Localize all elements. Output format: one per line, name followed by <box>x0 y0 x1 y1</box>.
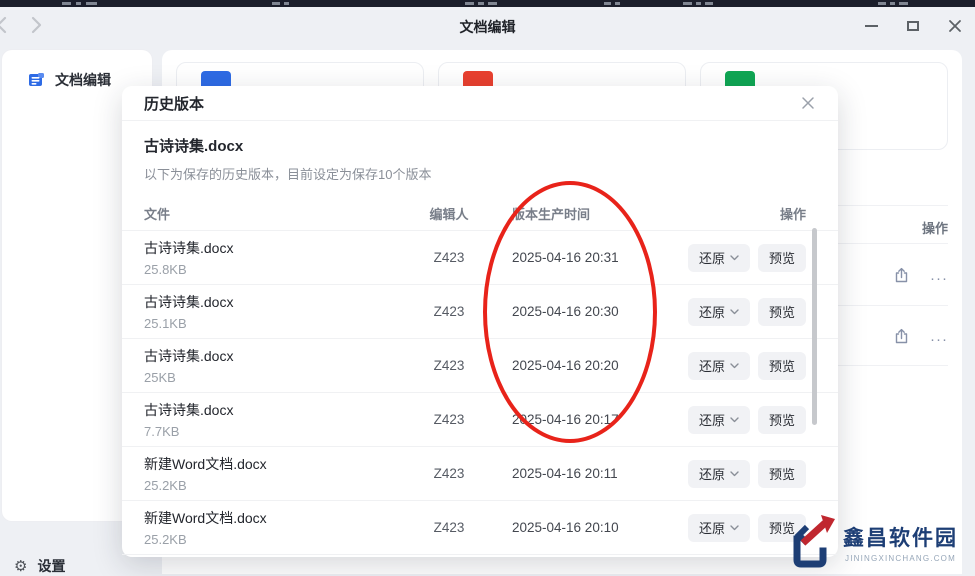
restore-label: 还原 <box>699 248 725 267</box>
modal-header: 历史版本 <box>122 86 838 121</box>
table-row: 古诗诗集.docx 25.1KB Z423 2025-04-16 20:30 还… <box>122 285 838 339</box>
version-time: 2025-04-16 20:10 <box>494 520 654 535</box>
more-icon[interactable]: ··· <box>930 271 948 286</box>
version-time: 2025-04-16 20:11 <box>494 466 654 481</box>
history-table: 文件 编辑人 版本生产时间 操作 古诗诗集.docx 25.8KB Z423 2… <box>122 197 838 555</box>
modal-title: 历史版本 <box>144 93 204 114</box>
share-icon[interactable] <box>893 328 910 350</box>
modal-body: 古诗诗集.docx 以下为保存的历史版本，目前设定为保存10个版本 文件 编辑人… <box>122 121 838 555</box>
restore-label: 还原 <box>699 410 725 429</box>
file-name: 古诗诗集.docx <box>144 238 404 258</box>
col-header-time: 版本生产时间 <box>494 204 654 223</box>
file-row-actions: ··· <box>893 267 948 289</box>
site-watermark: 鑫昌软件园 JININGXINCHANG.COM <box>783 513 958 571</box>
minimize-button[interactable] <box>857 13 885 39</box>
maximize-button[interactable] <box>899 13 927 39</box>
restore-button[interactable]: 还原 <box>688 514 750 542</box>
maximize-icon <box>907 21 919 31</box>
share-icon[interactable] <box>893 267 910 289</box>
file-list-action-header: 操作 <box>922 218 948 237</box>
restore-button[interactable]: 还原 <box>688 352 750 380</box>
table-row: 古诗诗集.docx 25.8KB Z423 2025-04-16 20:31 还… <box>122 231 838 285</box>
close-window-button[interactable] <box>941 13 969 39</box>
restore-label: 还原 <box>699 302 725 321</box>
version-time: 2025-04-16 20:17 <box>494 412 654 427</box>
chevron-down-icon <box>730 417 739 423</box>
sidebar-item-label: 文档编辑 <box>55 70 111 90</box>
file-size: 25.2KB <box>144 532 404 547</box>
close-icon <box>801 96 815 110</box>
app-title: 文档编辑 <box>0 17 975 37</box>
preview-button[interactable]: 预览 <box>758 406 806 434</box>
history-table-header: 文件 编辑人 版本生产时间 操作 <box>122 197 838 231</box>
editor: Z423 <box>404 304 494 319</box>
chevron-down-icon <box>730 471 739 477</box>
gear-icon: ⚙ <box>14 559 27 574</box>
restore-button[interactable]: 还原 <box>688 460 750 488</box>
col-header-action: 操作 <box>654 204 806 223</box>
file-name: 古诗诗集.docx <box>144 292 404 312</box>
watermark-logo-icon <box>783 513 839 571</box>
file-size: 25.2KB <box>144 478 404 493</box>
file-size: 25.8KB <box>144 262 404 277</box>
history-table-body: 古诗诗集.docx 25.8KB Z423 2025-04-16 20:31 还… <box>122 231 838 555</box>
preview-button[interactable]: 预览 <box>758 352 806 380</box>
table-row: 新建Word文档.docx 25.2KB Z423 2025-04-16 20:… <box>122 447 838 501</box>
version-time: 2025-04-16 20:20 <box>494 358 654 373</box>
restore-button[interactable]: 还原 <box>688 406 750 434</box>
editor: Z423 <box>404 466 494 481</box>
minimize-icon <box>865 25 878 27</box>
file-name: 古诗诗集.docx <box>144 346 404 366</box>
file-row-actions: ··· <box>893 328 948 350</box>
modal-doc-name: 古诗诗集.docx <box>122 135 838 156</box>
sidebar-item-settings[interactable]: ⚙ 设置 <box>14 556 65 576</box>
restore-label: 还原 <box>699 464 725 483</box>
file-name: 古诗诗集.docx <box>144 400 404 420</box>
restore-label: 还原 <box>699 518 725 537</box>
chevron-down-icon <box>730 255 739 261</box>
editor: Z423 <box>404 412 494 427</box>
col-header-editor: 编辑人 <box>404 204 494 223</box>
chevron-down-icon <box>730 525 739 531</box>
file-size: 25KB <box>144 370 404 385</box>
col-header-file: 文件 <box>144 204 404 223</box>
file-name: 新建Word文档.docx <box>144 508 404 528</box>
preview-button[interactable]: 预览 <box>758 244 806 272</box>
modal-subtitle: 以下为保存的历史版本，目前设定为保存10个版本 <box>122 156 838 183</box>
editor: Z423 <box>404 520 494 535</box>
version-time: 2025-04-16 20:30 <box>494 304 654 319</box>
document-icon <box>28 72 45 88</box>
editor: Z423 <box>404 358 494 373</box>
file-size: 7.7KB <box>144 424 404 439</box>
preview-button[interactable]: 预览 <box>758 298 806 326</box>
titlebar: 文档编辑 <box>0 7 975 44</box>
history-version-modal: 历史版本 古诗诗集.docx 以下为保存的历史版本，目前设定为保存10个版本 文… <box>122 86 838 557</box>
restore-button[interactable]: 还原 <box>688 298 750 326</box>
file-name: 新建Word文档.docx <box>144 454 404 474</box>
watermark-name: 鑫昌软件园 <box>843 522 958 552</box>
file-size: 25.1KB <box>144 316 404 331</box>
preview-button[interactable]: 预览 <box>758 460 806 488</box>
modal-close-button[interactable] <box>798 93 818 113</box>
editor: Z423 <box>404 250 494 265</box>
scrollbar-thumb[interactable] <box>812 228 817 425</box>
chevron-down-icon <box>730 309 739 315</box>
browser-tab-strip <box>0 0 975 7</box>
version-time: 2025-04-16 20:31 <box>494 250 654 265</box>
watermark-url: JININGXINCHANG.COM <box>845 554 956 563</box>
table-row: 古诗诗集.docx 7.7KB Z423 2025-04-16 20:17 还原… <box>122 393 838 447</box>
settings-label: 设置 <box>37 556 65 576</box>
table-row: 新建Word文档.docx 25.2KB Z423 2025-04-16 20:… <box>122 501 838 555</box>
restore-label: 还原 <box>699 356 725 375</box>
more-icon[interactable]: ··· <box>930 332 948 347</box>
chevron-down-icon <box>730 363 739 369</box>
restore-button[interactable]: 还原 <box>688 244 750 272</box>
table-row: 古诗诗集.docx 25KB Z423 2025-04-16 20:20 还原 … <box>122 339 838 393</box>
close-icon <box>948 19 962 33</box>
